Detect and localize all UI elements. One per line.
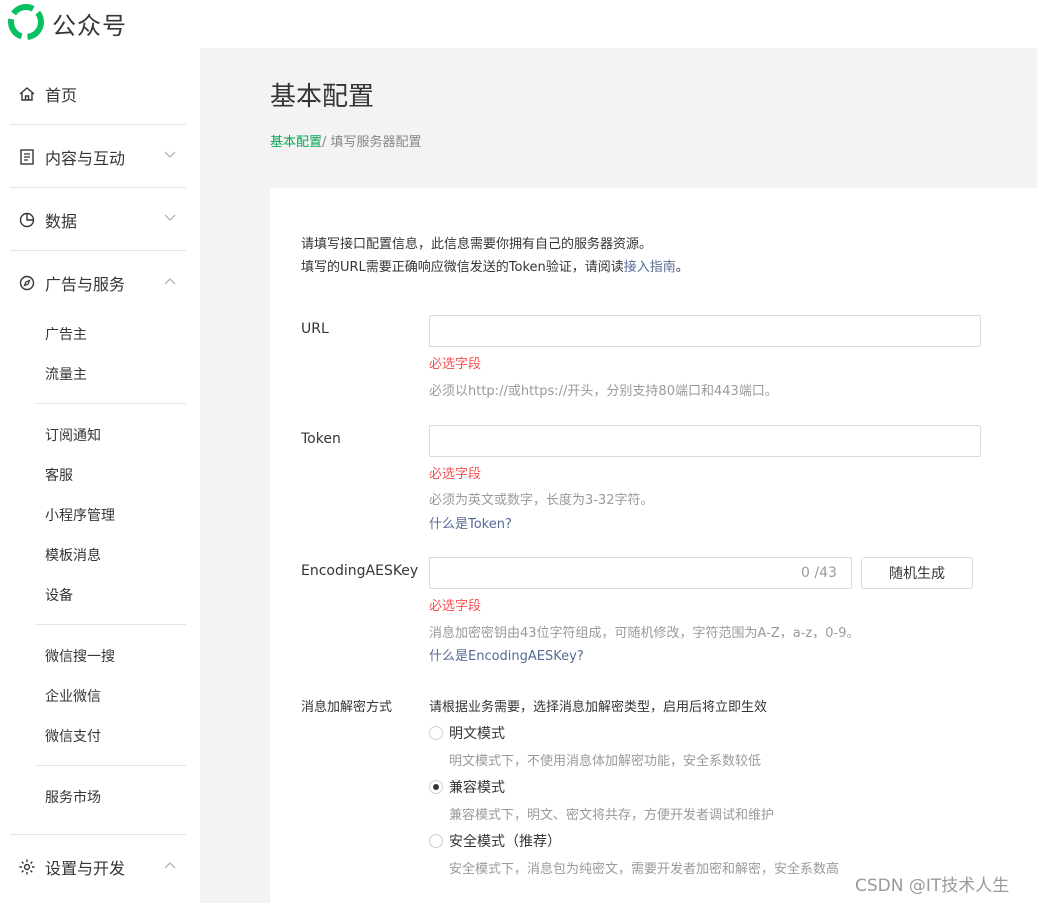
gear-icon	[19, 859, 35, 874]
radio-compatible-mode[interactable]: 兼容模式	[429, 777, 505, 797]
sidebar-item-data[interactable]: 数据	[10, 188, 186, 251]
breadcrumb-root-link[interactable]: 基本配置	[270, 135, 322, 150]
sidebar-item-home[interactable]: 首页	[10, 62, 186, 125]
url-error: 必选字段	[429, 357, 482, 372]
what-is-aeskey-link[interactable]: 什么是EncodingAESKey?	[429, 645, 584, 664]
access-guide-link[interactable]: 接入指南	[624, 260, 676, 275]
radio-label: 安全模式（推荐）	[449, 834, 561, 850]
radio-plaintext-mode[interactable]: 明文模式	[429, 723, 505, 743]
random-generate-button[interactable]: 随机生成	[861, 557, 973, 589]
sidebar-item-label: 首页	[45, 85, 78, 105]
sidebar-subitem-work-wechat[interactable]: 企业微信	[45, 686, 101, 706]
sidebar-subitem-advertiser[interactable]: 广告主	[45, 324, 87, 344]
sidebar-item-label: 设置与开发	[45, 858, 126, 878]
sidebar-item-label: 广告与服务	[45, 274, 126, 294]
encryption-mode-description: 请根据业务需要，选择消息加解密类型，启用后将立即生效	[429, 700, 768, 715]
chevron-up-icon	[164, 862, 176, 869]
radio-secure-mode[interactable]: 安全模式（推荐）	[429, 831, 561, 851]
compass-icon	[19, 275, 35, 290]
encryption-mode-label: 消息加解密方式	[301, 700, 393, 715]
aeskey-error: 必选字段	[429, 599, 482, 614]
intro-text-line2: 填写的URL需要正确响应微信发送的Token验证，请阅读接入指南。	[301, 256, 689, 275]
home-icon	[19, 86, 35, 101]
sidebar-divider	[35, 765, 186, 766]
what-is-token-link[interactable]: 什么是Token?	[429, 513, 512, 532]
chevron-up-icon	[164, 278, 176, 285]
plaintext-mode-hint: 明文模式下，不使用消息体加解密功能，安全系数较低	[449, 754, 762, 769]
chevron-down-icon	[164, 214, 176, 221]
sidebar-subitem-publisher[interactable]: 流量主	[45, 364, 87, 384]
page-title: 基本配置	[270, 82, 375, 112]
sidebar-divider	[35, 624, 186, 625]
sidebar-subitem-device[interactable]: 设备	[45, 585, 73, 605]
token-label: Token	[301, 431, 341, 447]
sidebar-item-label: 内容与互动	[45, 148, 126, 168]
document-icon	[20, 148, 34, 165]
sidebar-subitem-subscription-notice[interactable]: 订阅通知	[45, 425, 101, 445]
sidebar-item-ads-services[interactable]: 广告与服务	[10, 251, 186, 314]
server-config-card: 请填写接口配置信息，此信息需要你拥有自己的服务器资源。 填写的URL需要正确响应…	[270, 188, 1037, 903]
watermark: CSDN @IT技术人生	[855, 876, 1010, 896]
sidebar-subitem-wechat-search[interactable]: 微信搜一搜	[45, 646, 115, 666]
url-hint: 必须以http://或https://开头，分别支持80端口和443端口。	[429, 384, 778, 399]
sidebar-subitem-template-message[interactable]: 模板消息	[45, 545, 101, 565]
sidebar: 首页 内容与互动 数据 广告与服务 广告主 流量主 订阅通知 客服 小程序管理 …	[0, 48, 200, 903]
intro-text-suffix: 。	[675, 260, 689, 275]
radio-label: 兼容模式	[449, 780, 505, 796]
aeskey-hint: 消息加密密钥由43位字符组成，可随机修改，字符范围为A-Z，a-z，0-9。	[429, 626, 860, 641]
sidebar-item-settings-dev[interactable]: 设置与开发	[10, 835, 186, 898]
radio-button-checked[interactable]	[429, 780, 443, 794]
radio-button[interactable]	[429, 726, 443, 740]
token-hint: 必须为英文或数字，长度为3-32字符。	[429, 493, 654, 508]
brand-title[interactable]: 公众号	[52, 6, 127, 41]
wechat-mp-logo-icon[interactable]	[8, 4, 44, 40]
aeskey-label: EncodingAESKey	[301, 563, 419, 579]
url-label: URL	[301, 321, 329, 337]
radio-button[interactable]	[429, 834, 443, 848]
breadcrumb: 基本配置/ 填写服务器配置	[270, 131, 422, 150]
intro-text-line1: 请填写接口配置信息，此信息需要你拥有自己的服务器资源。	[301, 237, 653, 252]
aeskey-input[interactable]	[429, 557, 852, 589]
aeskey-char-counter: 0 /43	[801, 565, 837, 581]
sidebar-item-label: 数据	[45, 211, 78, 231]
sidebar-subitem-wechat-pay[interactable]: 微信支付	[45, 726, 101, 746]
top-bar: 公众号	[0, 0, 1037, 48]
chevron-down-icon	[164, 151, 176, 158]
sidebar-divider	[35, 403, 186, 404]
sidebar-item-content[interactable]: 内容与互动	[10, 125, 186, 188]
sidebar-subitem-mini-program[interactable]: 小程序管理	[45, 505, 115, 525]
token-input[interactable]	[429, 425, 981, 457]
intro-text-prefix: 填写的URL需要正确响应微信发送的Token验证，请阅读	[301, 260, 624, 275]
sidebar-subitem-service-market[interactable]: 服务市场	[45, 787, 101, 807]
radio-label: 明文模式	[449, 726, 505, 742]
secure-mode-hint: 安全模式下，消息包为纯密文，需要开发者加密和解密，安全系数高	[449, 862, 840, 877]
token-error: 必选字段	[429, 467, 482, 482]
sidebar-subitem-customer-service[interactable]: 客服	[45, 465, 73, 485]
url-input[interactable]	[429, 315, 981, 347]
pie-chart-icon	[19, 212, 35, 227]
breadcrumb-current: / 填写服务器配置	[322, 135, 422, 150]
compatible-mode-hint: 兼容模式下，明文、密文将共存，方便开发者调试和维护	[449, 808, 775, 823]
